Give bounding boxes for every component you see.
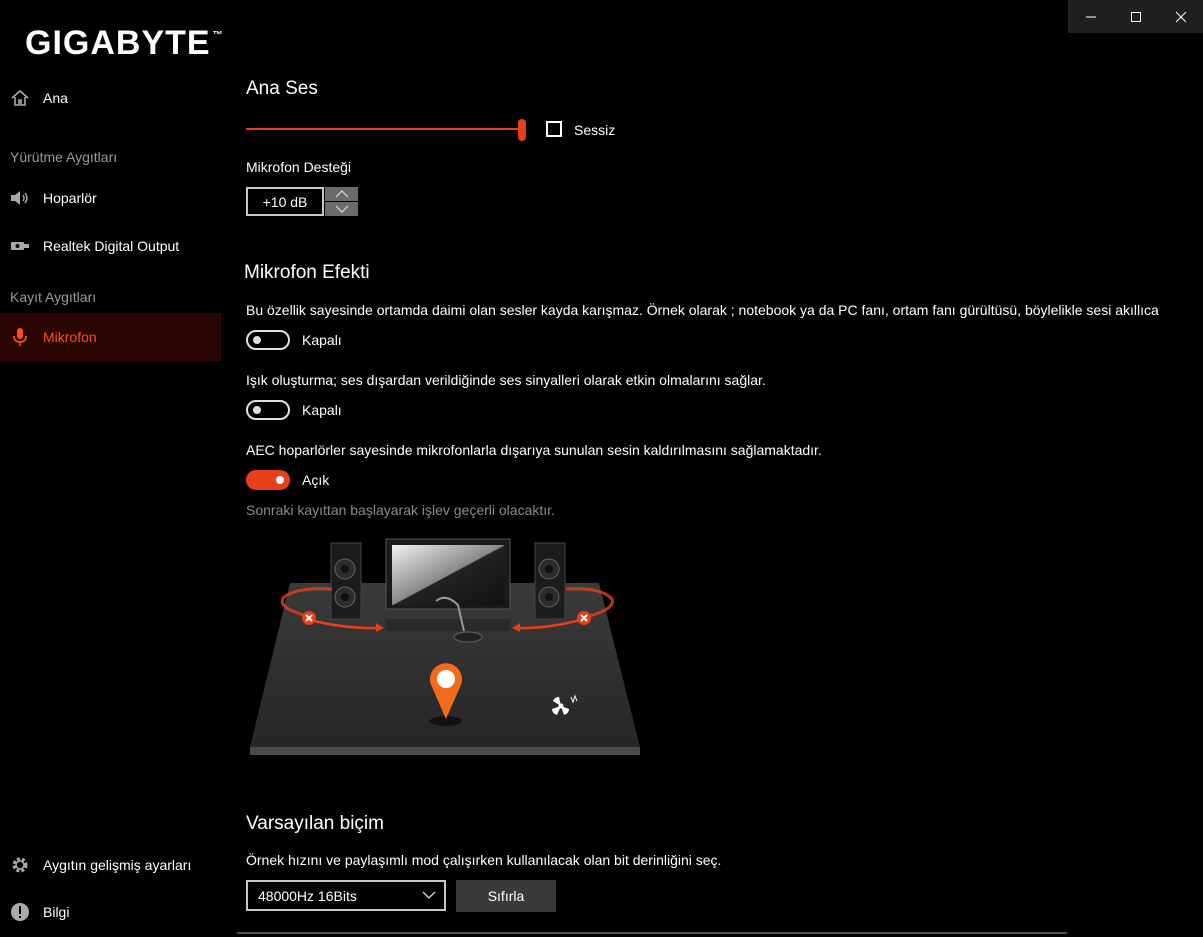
trademark-mark: ™ bbox=[212, 30, 224, 41]
gigabyte-logo: GIGABYTE ™ bbox=[25, 24, 224, 63]
master-volume-slider-thumb[interactable] bbox=[518, 119, 526, 141]
sidebar-item-advanced-settings[interactable]: Aygıtın gelişmiş ayarları bbox=[0, 841, 221, 889]
mute-label: Sessiz bbox=[574, 122, 616, 138]
sidebar-item-label: Realtek Digital Output bbox=[43, 238, 180, 254]
sidebar-item-speaker[interactable]: Hoparlör bbox=[0, 174, 221, 222]
recording-section-label: Kayıt Aygıtları bbox=[10, 289, 97, 305]
beamforming-toggle[interactable] bbox=[246, 400, 290, 420]
left-speaker-icon bbox=[330, 542, 362, 620]
master-volume-slider-track[interactable] bbox=[246, 128, 522, 130]
sidebar-item-label: Hoparlör bbox=[43, 190, 97, 206]
sidebar-item-info[interactable]: Bilgi bbox=[0, 888, 221, 936]
toggle-state-label: Açık bbox=[302, 472, 330, 488]
sidebar-item-label: Mikrofon bbox=[43, 329, 97, 345]
chevron-down-icon bbox=[335, 205, 348, 213]
mic-boost-title: Mikrofon Desteği bbox=[246, 159, 352, 175]
master-volume-title: Ana Ses bbox=[246, 78, 318, 99]
sidebar-item-digital-output[interactable]: Realtek Digital Output bbox=[0, 222, 221, 270]
mic-boost-up-button[interactable] bbox=[325, 187, 358, 201]
mic-boost-down-button[interactable] bbox=[325, 202, 358, 216]
blocked-x-icon bbox=[577, 611, 591, 625]
bottom-divider bbox=[237, 932, 1067, 934]
default-format-description: Örnek hızını ve paylaşımlı mod çalışırke… bbox=[246, 852, 722, 868]
mute-checkbox[interactable] bbox=[546, 121, 562, 137]
microphone-icon bbox=[10, 327, 30, 347]
mic-boost-value[interactable]: +10 dB bbox=[246, 187, 324, 216]
sidebar-item-label: Aygıtın gelişmiş ayarları bbox=[43, 857, 192, 873]
effect-description: Işık oluşturma; ses dışardan verildiğind… bbox=[246, 372, 766, 388]
aec-toggle[interactable] bbox=[246, 470, 290, 490]
gear-icon bbox=[10, 855, 30, 875]
blocked-x-icon bbox=[302, 611, 316, 625]
logo-text: GIGABYTE bbox=[25, 24, 211, 62]
toggle-state-label: Kapalı bbox=[302, 332, 342, 348]
toggle-knob bbox=[253, 406, 261, 414]
sidebar-item-microphone[interactable]: Mikrofon bbox=[0, 313, 221, 361]
sample-rate-select[interactable]: 48000Hz 16Bits bbox=[246, 880, 446, 911]
digital-output-icon bbox=[10, 236, 30, 256]
toggle-state-label: Kapalı bbox=[302, 402, 342, 418]
speaker-icon bbox=[10, 188, 30, 208]
sample-rate-selected: 48000Hz 16Bits bbox=[258, 887, 357, 904]
main-panel: Ana Ses Sessiz Mikrofon Desteği +10 dB M… bbox=[237, 0, 1203, 937]
toggle-knob bbox=[253, 336, 261, 344]
noise-suppression-toggle[interactable] bbox=[246, 330, 290, 350]
right-speaker-icon bbox=[534, 542, 566, 620]
sidebar-item-label: Ana bbox=[43, 90, 68, 106]
info-icon bbox=[10, 902, 30, 922]
sidebar-item-label: Bilgi bbox=[43, 904, 70, 920]
home-icon bbox=[10, 88, 30, 108]
toggle-knob bbox=[276, 476, 284, 484]
effect-description: AEC hoparlörler sayesinde mikrofonlarla … bbox=[246, 442, 822, 458]
mic-effect-title: Mikrofon Efekti bbox=[244, 262, 370, 283]
sidebar-item-home[interactable]: Ana bbox=[0, 74, 221, 122]
aec-illustration bbox=[250, 538, 640, 755]
effect-description: Bu özellik sayesinde ortamda daimi olan … bbox=[246, 302, 1159, 318]
effect-note: Sonraki kayıttan başlayarak işlev geçerl… bbox=[246, 502, 555, 518]
reset-button[interactable]: Sıfırla bbox=[456, 880, 556, 912]
chevron-up-icon bbox=[335, 190, 348, 198]
default-format-title: Varsayılan biçim bbox=[246, 813, 384, 834]
playback-section-label: Yürütme Aygıtları bbox=[10, 149, 118, 165]
chevron-down-icon bbox=[422, 891, 436, 899]
